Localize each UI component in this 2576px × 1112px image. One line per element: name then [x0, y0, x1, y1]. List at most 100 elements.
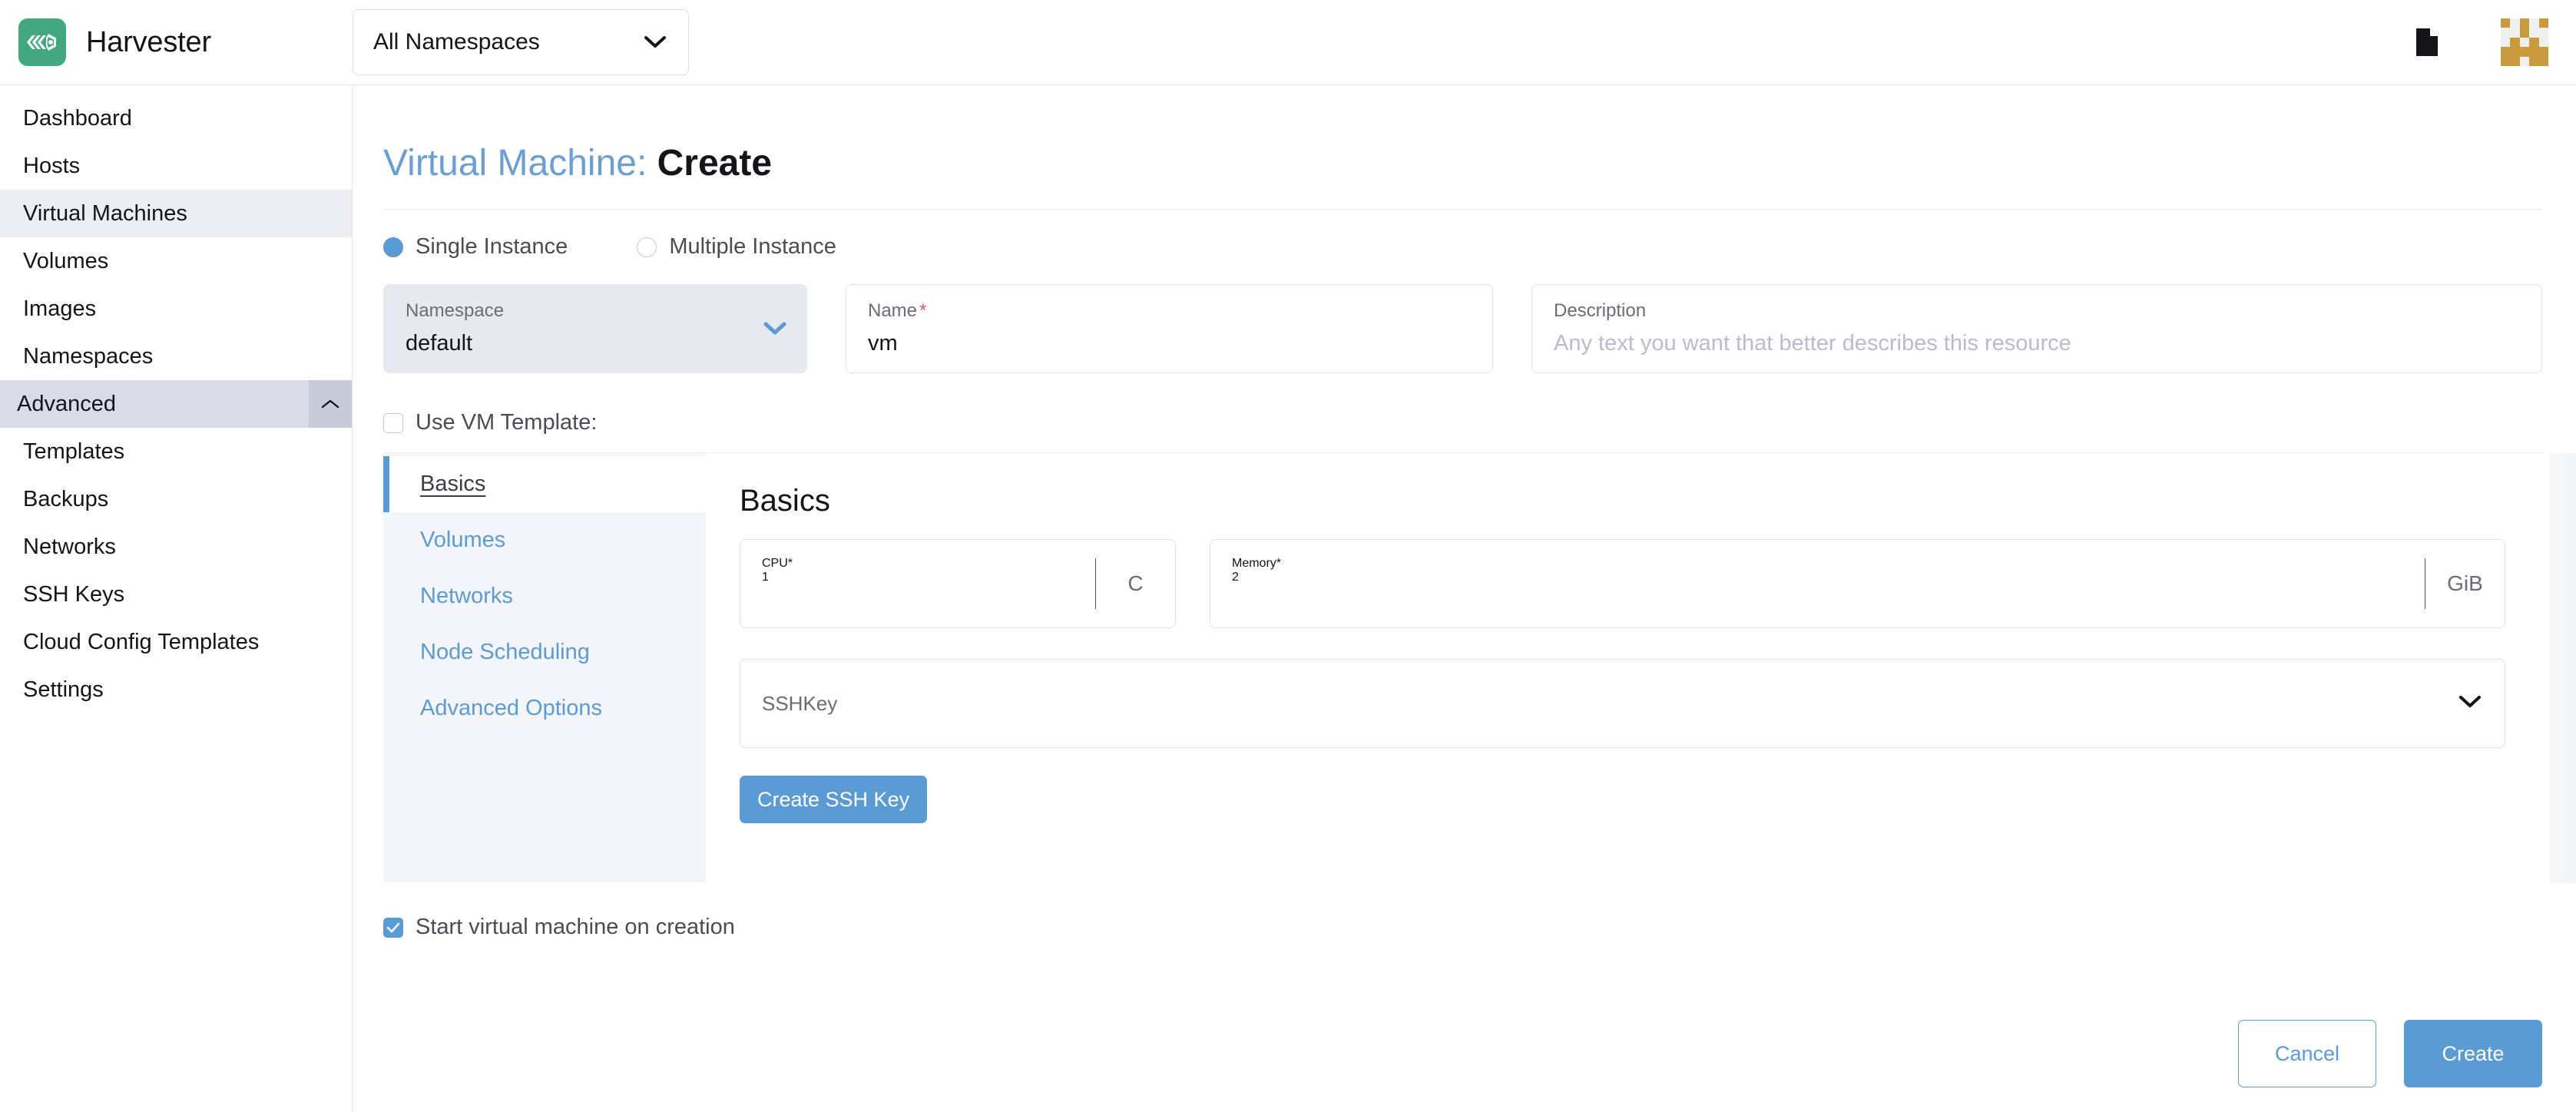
sidebar-item-networks[interactable]: Networks: [0, 523, 352, 571]
cancel-button[interactable]: Cancel: [2238, 1020, 2376, 1087]
sidebar-item-templates[interactable]: Templates: [0, 428, 352, 475]
sidebar-item-cloud-config-templates[interactable]: Cloud Config Templates: [0, 618, 352, 666]
sidebar-item-label: Cloud Config Templates: [23, 629, 260, 654]
sidebar-item-volumes[interactable]: Volumes: [0, 237, 352, 285]
create-ssh-key-button[interactable]: Create SSH Key: [740, 776, 928, 824]
instance-mode-radio-group: Single Instance Multiple Instance: [383, 234, 2542, 260]
use-vm-template-label: Use VM Template:: [416, 410, 598, 435]
description-field-label: Description: [1554, 300, 1647, 322]
panel-scrollbar[interactable]: [2550, 453, 2576, 884]
radio-dot-icon: [383, 237, 403, 257]
sidebar-item-label: SSH Keys: [23, 581, 125, 607]
name-field-label-text: Name: [868, 300, 918, 322]
basics-heading: Basics: [740, 484, 830, 518]
sidebar-item-settings[interactable]: Settings: [0, 666, 352, 713]
sidebar-item-ssh-keys[interactable]: SSH Keys: [0, 571, 352, 618]
cpu-field-label: CPU*: [762, 557, 1095, 571]
sidebar-group-advanced[interactable]: Advanced: [0, 380, 352, 428]
namespace-field-label: Namespace: [406, 300, 505, 322]
user-avatar-identicon[interactable]: [2501, 18, 2548, 66]
chevron-up-icon[interactable]: [309, 380, 352, 428]
app-root: Harvester All Namespaces Dashboard Hosts…: [0, 0, 2576, 1112]
chevron-down-icon[interactable]: [763, 322, 786, 336]
config-tab-panel: Basics Volumes Networks Node Scheduling …: [383, 452, 2576, 884]
description-field[interactable]: Description Any text you want that bette…: [1531, 284, 2542, 374]
radio-multiple-instance[interactable]: Multiple Instance: [637, 234, 836, 260]
page-title-action: Create: [657, 143, 773, 184]
memory-field-label: Memory*: [1232, 557, 2425, 571]
sidebar-item-hosts[interactable]: Hosts: [0, 142, 352, 190]
sidebar-item-images[interactable]: Images: [0, 285, 352, 333]
memory-unit: GiB: [2425, 558, 2505, 610]
cpu-field-value: 1: [762, 571, 769, 584]
sidebar-item-namespaces[interactable]: Namespaces: [0, 333, 352, 380]
tab-volumes[interactable]: Volumes: [383, 512, 706, 568]
chevron-down-icon[interactable]: [2458, 695, 2482, 713]
page-title: Virtual Machine: Create: [383, 110, 2542, 184]
sshkey-select[interactable]: SSHKey: [740, 659, 2505, 749]
document-icon[interactable]: [2415, 27, 2439, 58]
sidebar-item-label: Namespaces: [23, 343, 154, 369]
cpu-field[interactable]: CPU* 1 C: [740, 539, 1176, 629]
tab-label: Node Scheduling: [420, 640, 590, 665]
cpu-field-inner: CPU* 1: [740, 540, 1095, 627]
sidebar-item-dashboard[interactable]: Dashboard: [0, 94, 352, 142]
memory-field-label-text: Memory: [1232, 557, 1276, 571]
sidebar-item-backups[interactable]: Backups: [0, 475, 352, 523]
namespace-filter-select[interactable]: All Namespaces: [353, 9, 689, 75]
brand-name: Harvester: [86, 25, 211, 58]
start-vm-label: Start virtual machine on creation: [416, 915, 735, 940]
header-actions: [2415, 18, 2548, 66]
sidebar-nav: Dashboard Hosts Virtual Machines Volumes…: [0, 85, 353, 1112]
tab-label: Advanced Options: [420, 696, 602, 721]
sidebar-item-label: Volumes: [23, 248, 109, 273]
sidebar-item-label: Backups: [23, 486, 109, 511]
sidebar-item-label: Settings: [23, 677, 104, 702]
radio-dot-icon: [637, 237, 657, 257]
tab-label: Basics: [420, 472, 486, 497]
page-title-resource: Virtual Machine:: [383, 143, 647, 184]
harvester-logo-icon: [18, 18, 66, 66]
sidebar-item-label: Virtual Machines: [23, 200, 187, 226]
sidebar-item-label: Dashboard: [23, 105, 132, 131]
create-button[interactable]: Create: [2404, 1020, 2542, 1087]
cpu-unit: C: [1095, 558, 1175, 610]
main-content: Virtual Machine: Create Single Instance …: [353, 85, 2576, 1112]
title-divider: [383, 209, 2542, 210]
use-vm-template-checkbox[interactable]: Use VM Template:: [383, 410, 597, 435]
brand: Harvester: [18, 18, 353, 66]
tab-list: Basics Volumes Networks Node Scheduling …: [383, 453, 706, 883]
footer-actions: Cancel Create: [2238, 1020, 2542, 1087]
name-field-value: vm: [868, 331, 898, 356]
cpu-field-label-text: CPU: [762, 557, 788, 571]
required-marker: *: [1276, 557, 1282, 571]
radio-single-instance[interactable]: Single Instance: [383, 234, 568, 260]
required-marker: *: [787, 557, 793, 571]
tab-node-scheduling[interactable]: Node Scheduling: [383, 624, 706, 680]
name-field-label: Name *: [868, 302, 1471, 320]
namespace-filter-value: All Namespaces: [373, 29, 540, 55]
memory-field[interactable]: Memory* 2 GiB: [1210, 539, 2505, 629]
name-field[interactable]: Name * vm: [846, 284, 1493, 374]
namespace-field-value: default: [406, 331, 473, 356]
sidebar-item-label: Templates: [23, 439, 125, 464]
sidebar-item-label: Networks: [23, 534, 116, 559]
radio-label: Multiple Instance: [669, 234, 836, 260]
checkbox-icon: [383, 412, 403, 433]
tab-advanced-options[interactable]: Advanced Options: [383, 680, 706, 736]
radio-label: Single Instance: [416, 234, 568, 260]
memory-field-value: 2: [1232, 571, 1239, 584]
tab-content-basics: Basics CPU* 1 C Memory* 2 GiB SSHKey Cre…: [706, 453, 2542, 882]
namespace-field[interactable]: Namespace default: [383, 284, 807, 374]
chevron-down-icon: [644, 35, 667, 49]
cpu-memory-row: CPU* 1 C Memory* 2 GiB: [740, 539, 2505, 629]
tab-basics[interactable]: Basics: [383, 456, 706, 513]
description-field-placeholder: Any text you want that better describes …: [1554, 331, 2071, 356]
identity-field-row: Namespace default Name * vm Description A…: [383, 284, 2542, 374]
tab-label: Networks: [420, 584, 513, 609]
start-vm-on-creation-checkbox[interactable]: Start virtual machine on creation: [383, 915, 735, 940]
tab-networks[interactable]: Networks: [383, 568, 706, 624]
sidebar-item-virtual-machines[interactable]: Virtual Machines: [0, 190, 352, 237]
checkbox-checked-icon: [383, 917, 403, 938]
sidebar-group-label: Advanced: [17, 391, 116, 416]
